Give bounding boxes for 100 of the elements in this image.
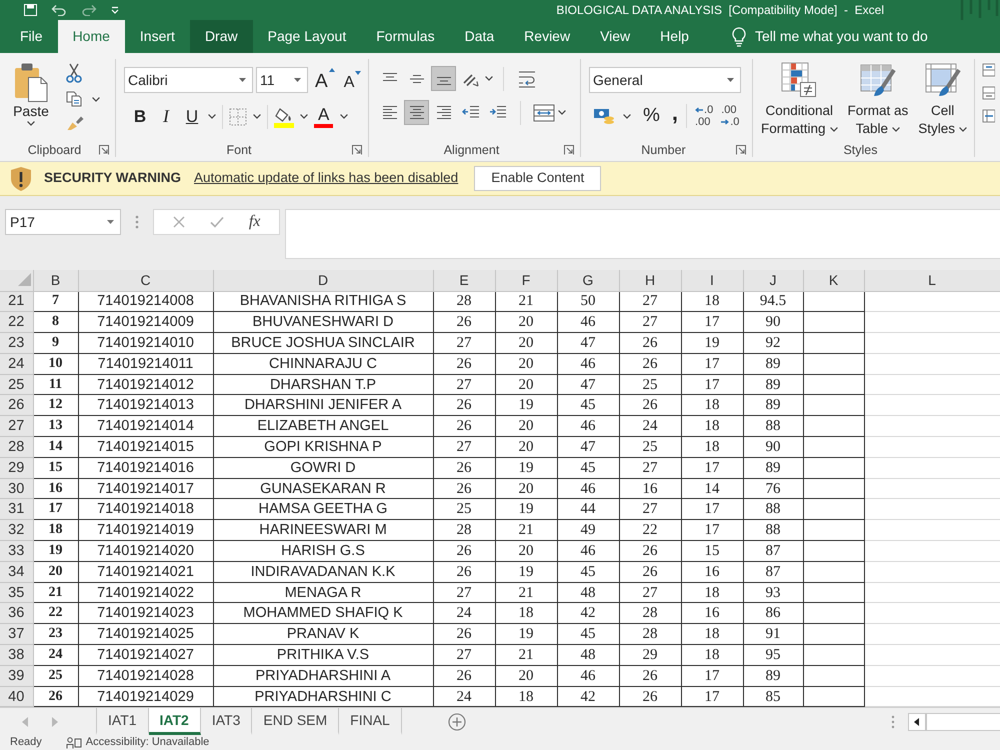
caret-icon[interactable] <box>253 114 261 119</box>
save-icon[interactable] <box>24 4 37 16</box>
row-header[interactable]: 23 <box>0 332 33 354</box>
column-header[interactable]: E <box>433 270 495 291</box>
copy-icon[interactable] <box>66 91 82 107</box>
comma-style-button[interactable]: , <box>672 104 678 128</box>
caret-icon[interactable] <box>485 76 493 81</box>
font-name-field[interactable]: Calibri <box>124 67 253 93</box>
ribbon-tab[interactable]: Formulas <box>361 20 450 53</box>
column-header[interactable]: K <box>803 270 864 291</box>
row-header[interactable]: 29 <box>0 457 33 478</box>
money-icon[interactable] <box>593 107 615 126</box>
table-cell: 714019214021 <box>78 561 213 582</box>
tell-me-search-field[interactable]: Tell me what you want to do <box>754 26 951 47</box>
row-header[interactable]: 32 <box>0 520 33 541</box>
caret-icon[interactable] <box>300 114 308 119</box>
row-header[interactable]: 33 <box>0 540 33 562</box>
conditional-formatting-button[interactable]: Conditional Formatting <box>759 59 840 141</box>
shrink-font-button[interactable]: A <box>344 68 362 92</box>
ribbon-tab[interactable]: File <box>5 20 58 53</box>
ribbon-tab[interactable]: Insert <box>124 20 190 53</box>
row-header[interactable]: 38 <box>0 644 33 666</box>
ribbon-tab[interactable]: Draw <box>190 20 253 53</box>
column-header[interactable]: B <box>33 270 78 291</box>
paintbrush-icon[interactable] <box>66 115 84 131</box>
row-header[interactable]: 37 <box>0 624 33 645</box>
column-header[interactable]: H <box>619 270 681 291</box>
caret-icon[interactable] <box>208 114 216 119</box>
align-bottom-button[interactable] <box>431 66 456 91</box>
italic-button[interactable]: I <box>156 103 176 130</box>
ribbon-tab[interactable]: Data <box>450 20 510 53</box>
row-header[interactable]: 25 <box>0 374 33 395</box>
cells-icon[interactable] <box>982 63 995 77</box>
dialog-launcher-icon[interactable] <box>736 145 746 156</box>
row-header[interactable]: 31 <box>0 498 33 520</box>
font-size-field[interactable]: 11 <box>256 67 308 93</box>
column-header[interactable]: G <box>557 270 619 291</box>
font-color-button[interactable]: A <box>314 106 348 128</box>
paint-bucket-icon[interactable] <box>274 106 294 128</box>
dialog-launcher-icon[interactable] <box>99 145 109 156</box>
row-header[interactable]: 26 <box>0 394 33 416</box>
horizontal-scrollbar[interactable] <box>926 712 1000 730</box>
sheet-tab[interactable]: IAT2 <box>148 708 201 735</box>
add-sheet-icon[interactable] <box>448 712 466 730</box>
align-center-button[interactable] <box>404 100 429 125</box>
row-header[interactable]: 39 <box>0 665 33 686</box>
redo-icon[interactable] <box>81 4 97 16</box>
scroll-left-button[interactable] <box>908 712 926 730</box>
undo-icon[interactable] <box>51 4 67 16</box>
customize-icon[interactable] <box>111 6 119 14</box>
row-header[interactable]: 27 <box>0 416 33 437</box>
row-header[interactable]: 36 <box>0 602 33 624</box>
row-header[interactable]: 24 <box>0 353 33 374</box>
caret-icon[interactable] <box>623 114 631 119</box>
decrease-decimal-button[interactable]: .00 .0 <box>721 104 740 128</box>
column-header[interactable]: L <box>864 270 1000 291</box>
paste-button[interactable]: Paste <box>8 62 54 141</box>
table-cell: 26 <box>619 561 681 582</box>
table-brush-button[interactable]: Format as Table <box>846 59 910 141</box>
borders-icon[interactable] <box>229 108 247 126</box>
grow-font-button[interactable]: A <box>315 68 335 92</box>
dialog-launcher-icon[interactable] <box>352 145 362 156</box>
name-box-field[interactable]: P17 <box>5 209 121 235</box>
caret-icon[interactable] <box>558 110 566 115</box>
accessibility-status[interactable]: Accessibility: Unavailable <box>86 735 210 750</box>
table-cell: 27 <box>619 312 681 333</box>
ribbon-tab[interactable]: Help <box>645 20 704 53</box>
row-header[interactable]: 28 <box>0 436 33 458</box>
ribbon-tab[interactable]: View <box>585 20 646 53</box>
column-header[interactable]: F <box>495 270 557 291</box>
underline-button[interactable]: U <box>182 104 202 130</box>
dialog-launcher-icon[interactable] <box>564 145 574 156</box>
caret-icon[interactable] <box>92 96 100 102</box>
formula-input-field[interactable] <box>285 209 1000 259</box>
cell-brush-button[interactable]: Cell Styles <box>916 59 970 141</box>
row-header[interactable]: 22 <box>0 312 33 333</box>
insert-function-button[interactable]: fx <box>248 210 260 234</box>
accessibility-icon[interactable] <box>66 736 82 748</box>
cells-icon[interactable] <box>982 86 995 100</box>
column-header[interactable]: D <box>213 270 433 291</box>
percent-button[interactable]: % <box>643 102 660 130</box>
enable-content-button[interactable]: Enable Content <box>474 166 602 191</box>
scissors-icon[interactable] <box>66 63 82 83</box>
column-header[interactable]: I <box>681 270 743 291</box>
ribbon-tab[interactable]: Review <box>509 20 586 53</box>
column-header[interactable]: C <box>78 270 213 291</box>
table-cell: 18 <box>495 602 557 624</box>
ribbon-tab[interactable]: Home <box>58 20 125 53</box>
ribbon-tab[interactable]: Page Layout <box>252 20 362 53</box>
cells-icon[interactable] <box>982 109 995 123</box>
row-header[interactable]: 30 <box>0 478 33 499</box>
row-header[interactable]: 34 <box>0 561 33 582</box>
row-header[interactable]: 35 <box>0 582 33 603</box>
increase-decimal-button[interactable]: .0 .00 <box>695 104 714 128</box>
number-format-dropdown[interactable]: General <box>589 67 741 93</box>
column-header[interactable]: J <box>743 270 803 291</box>
checkmark-icon[interactable] <box>210 216 224 228</box>
row-header[interactable]: 21 <box>0 291 33 312</box>
row-header[interactable]: 40 <box>0 686 33 707</box>
bold-button[interactable]: B <box>130 104 150 130</box>
